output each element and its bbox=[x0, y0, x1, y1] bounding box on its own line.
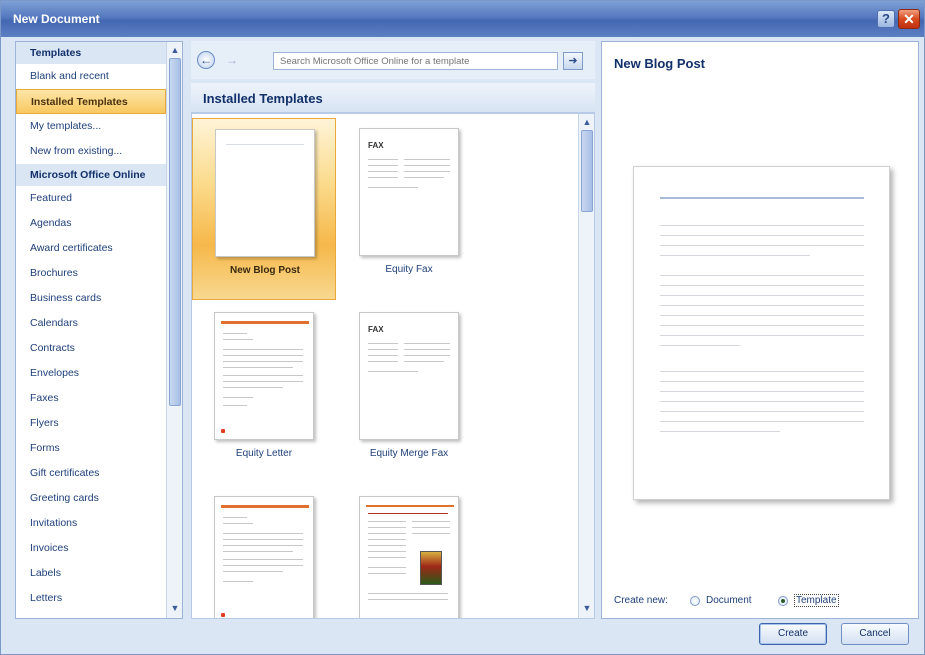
template-label: Equity Letter bbox=[235, 448, 293, 459]
category-item-envelopes[interactable]: Envelopes bbox=[16, 361, 166, 386]
scroll-thumb[interactable] bbox=[581, 130, 593, 212]
gallery-scrollbar[interactable]: ▲ ▼ bbox=[578, 114, 594, 618]
category-item-installed-templates[interactable]: Installed Templates bbox=[16, 89, 166, 114]
template-option-label[interactable]: Template bbox=[794, 594, 839, 607]
template-tile-5[interactable] bbox=[192, 486, 336, 618]
category-item-labels[interactable]: Labels bbox=[16, 561, 166, 586]
template-tile-6[interactable] bbox=[337, 486, 481, 618]
category-item-agendas[interactable]: Agendas bbox=[16, 211, 166, 236]
template-thumbnail: FAX bbox=[359, 312, 459, 440]
template-label: Equity Merge Fax bbox=[369, 448, 449, 459]
document-option-label[interactable]: Document bbox=[706, 595, 752, 606]
template-preview-panel: New Blog Post Create new: Document Templ… bbox=[601, 41, 919, 619]
template-tile-new-blog-post[interactable]: New Blog Post bbox=[192, 118, 336, 300]
gallery-heading-text: Installed Templates bbox=[203, 91, 323, 106]
template-thumbnail bbox=[215, 129, 315, 257]
new-document-dialog: New Document ? ✕ Templates Blank and rece… bbox=[0, 0, 925, 655]
forward-arrow-icon[interactable]: → bbox=[225, 51, 239, 69]
category-scrollbar[interactable]: ▲ ▼ bbox=[166, 42, 182, 618]
fax-heading: FAX bbox=[368, 141, 384, 150]
template-thumbnail bbox=[359, 496, 459, 618]
create-new-label: Create new: bbox=[614, 595, 668, 606]
preview-title: New Blog Post bbox=[614, 56, 706, 71]
template-label: Equity Fax bbox=[385, 264, 433, 275]
template-thumbnail bbox=[214, 496, 314, 618]
category-item-faxes[interactable]: Faxes bbox=[16, 386, 166, 411]
category-list: Templates Blank and recent Installed Templ… bbox=[16, 42, 166, 611]
scroll-down-icon[interactable]: ▼ bbox=[169, 602, 181, 614]
navigation-toolbar: ← → ➜ bbox=[191, 41, 595, 79]
category-item-flyers[interactable]: Flyers bbox=[16, 411, 166, 436]
preview-document bbox=[633, 166, 890, 500]
template-tile-equity-merge-fax[interactable]: FAX Equity Merge Fax bbox=[337, 302, 481, 484]
template-search-input[interactable] bbox=[273, 52, 558, 70]
category-item-featured[interactable]: Featured bbox=[16, 186, 166, 211]
scroll-thumb[interactable] bbox=[169, 58, 181, 406]
help-icon[interactable]: ? bbox=[877, 10, 895, 28]
template-tile-equity-fax[interactable]: FAX Equity Fax bbox=[337, 118, 481, 300]
create-button[interactable]: Create bbox=[759, 623, 827, 645]
scroll-up-icon[interactable]: ▲ bbox=[581, 116, 593, 128]
close-icon[interactable]: ✕ bbox=[898, 9, 920, 29]
category-item-business-cards[interactable]: Business cards bbox=[16, 286, 166, 311]
category-header-templates: Templates bbox=[16, 42, 166, 64]
category-item-invitations[interactable]: Invitations bbox=[16, 511, 166, 536]
template-thumbnail: FAX bbox=[359, 128, 459, 256]
newsletter-image bbox=[420, 551, 442, 585]
category-item-greeting-cards[interactable]: Greeting cards bbox=[16, 486, 166, 511]
scroll-up-icon[interactable]: ▲ bbox=[169, 44, 181, 56]
gallery-heading: Installed Templates bbox=[191, 83, 595, 113]
category-header-microsoft-office-online: Microsoft Office Online bbox=[16, 164, 166, 186]
template-thumbnail bbox=[214, 312, 314, 440]
category-item-new-from-existing[interactable]: New from existing... bbox=[16, 139, 166, 164]
template-categories-panel: Templates Blank and recent Installed Templ… bbox=[15, 41, 183, 619]
template-tile-equity-letter[interactable]: Equity Letter bbox=[192, 302, 336, 484]
category-item-my-templates[interactable]: My templates... bbox=[16, 114, 166, 139]
back-arrow-icon[interactable]: ← bbox=[197, 51, 215, 69]
category-item-forms[interactable]: Forms bbox=[16, 436, 166, 461]
category-item-gift-certificates[interactable]: Gift certificates bbox=[16, 461, 166, 486]
scroll-down-icon[interactable]: ▼ bbox=[581, 602, 593, 614]
category-item-brochures[interactable]: Brochures bbox=[16, 261, 166, 286]
category-item-contracts[interactable]: Contracts bbox=[16, 336, 166, 361]
title-bar[interactable]: New Document ? ✕ bbox=[1, 1, 924, 37]
search-go-icon[interactable]: ➜ bbox=[563, 52, 583, 70]
template-radio[interactable] bbox=[778, 596, 788, 606]
category-item-letters[interactable]: Letters bbox=[16, 586, 166, 611]
category-item-blank-and-recent[interactable]: Blank and recent bbox=[16, 64, 166, 89]
template-label: New Blog Post bbox=[229, 265, 300, 276]
category-item-calendars[interactable]: Calendars bbox=[16, 311, 166, 336]
document-radio[interactable] bbox=[690, 596, 700, 606]
cancel-button[interactable]: Cancel bbox=[841, 623, 909, 645]
template-gallery: New Blog Post FAX Equity Fax Equity Lett… bbox=[191, 113, 595, 619]
category-item-award-certificates[interactable]: Award certificates bbox=[16, 236, 166, 261]
fax-heading: FAX bbox=[368, 325, 384, 334]
dialog-title: New Document bbox=[13, 12, 100, 26]
category-item-invoices[interactable]: Invoices bbox=[16, 536, 166, 561]
